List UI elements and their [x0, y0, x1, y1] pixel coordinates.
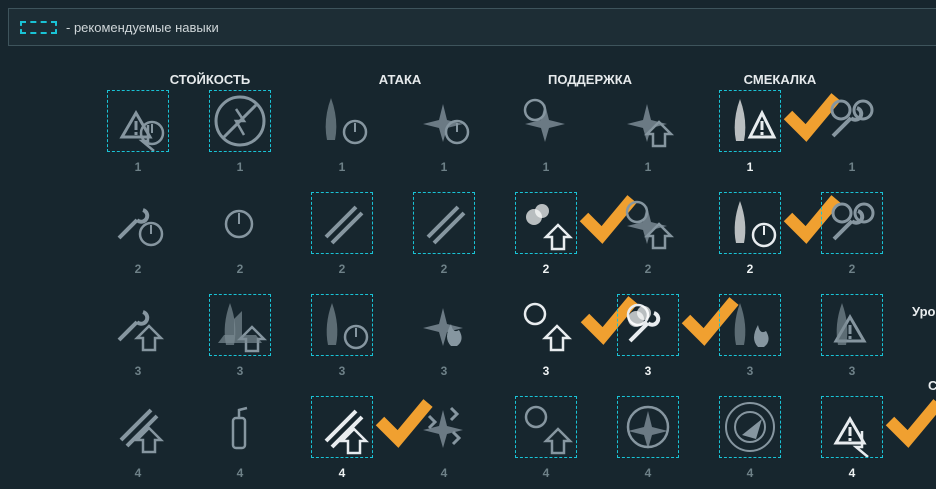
skill-level: 2 — [848, 262, 856, 276]
skill-level: 2 — [440, 262, 448, 276]
skill-button[interactable] — [821, 90, 883, 152]
check-icon — [579, 288, 638, 345]
skill-level: 1 — [236, 160, 244, 174]
skill-level: 3 — [746, 364, 754, 378]
skill-level: 4 — [338, 466, 346, 480]
skill-button[interactable] — [821, 294, 883, 356]
skill-button[interactable] — [413, 396, 475, 458]
check-icon — [374, 391, 433, 448]
skill-button[interactable] — [209, 192, 271, 254]
skill-button[interactable] — [209, 396, 271, 458]
skill-button[interactable] — [719, 396, 781, 458]
skill-level: 3 — [542, 364, 550, 378]
skill-level: 3 — [440, 364, 448, 378]
skill-level: 2 — [746, 262, 754, 276]
skill-button[interactable] — [107, 294, 169, 356]
skill-button[interactable] — [617, 396, 679, 458]
skill-level: 3 — [236, 364, 244, 378]
skill-button[interactable] — [515, 294, 638, 356]
skill-button[interactable] — [821, 192, 883, 254]
skill-level: 4 — [848, 466, 856, 480]
skill-level: 2 — [644, 262, 652, 276]
skill-button[interactable] — [209, 90, 271, 152]
check-icon — [782, 187, 841, 244]
skill-level: 1 — [134, 160, 142, 174]
skill-level: 2 — [134, 262, 142, 276]
skill-level: 4 — [440, 466, 448, 480]
skill-button[interactable] — [719, 192, 841, 254]
side-label-c: С — [928, 378, 936, 393]
skill-level: 1 — [746, 160, 754, 174]
skill-level: 1 — [338, 160, 346, 174]
skill-button[interactable] — [107, 192, 169, 254]
skill-level: 2 — [236, 262, 244, 276]
category-header: СТОЙКОСТЬ — [169, 72, 251, 87]
skill-button[interactable] — [515, 396, 577, 458]
skill-button[interactable] — [413, 90, 475, 152]
check-icon — [578, 187, 637, 244]
recommended-marker-icon — [20, 21, 57, 34]
skill-button[interactable] — [311, 294, 373, 356]
skill-button[interactable] — [617, 90, 679, 152]
skill-level: 1 — [848, 160, 856, 174]
skill-level: 3 — [848, 364, 856, 378]
skill-button[interactable] — [311, 90, 373, 152]
skill-level: 2 — [542, 262, 550, 276]
skill-button[interactable] — [821, 396, 936, 458]
legend-text: - рекомендуемые навыки — [66, 20, 219, 35]
skill-button[interactable] — [515, 192, 637, 254]
skill-level: 1 — [542, 160, 550, 174]
skill-level: 3 — [644, 364, 652, 378]
skill-button[interactable] — [209, 294, 271, 356]
skill-button[interactable] — [719, 90, 841, 152]
side-label-level: Уро — [912, 304, 936, 319]
skill-button[interactable] — [311, 192, 373, 254]
skill-level: 3 — [134, 364, 142, 378]
skill-button[interactable] — [617, 192, 679, 254]
skill-button[interactable] — [515, 90, 577, 152]
skill-button[interactable] — [413, 294, 475, 356]
skill-level: 4 — [134, 466, 142, 480]
skill-level: 3 — [338, 364, 346, 378]
check-icon — [782, 85, 841, 142]
check-icon — [884, 391, 936, 448]
category-header: ПОДДЕРЖКА — [547, 72, 633, 87]
category-header: АТАКА — [378, 72, 422, 87]
skill-level: 4 — [236, 466, 244, 480]
skill-level: 1 — [440, 160, 448, 174]
skill-button[interactable] — [617, 294, 739, 356]
skill-button[interactable] — [719, 294, 781, 356]
skill-button[interactable] — [107, 396, 169, 458]
skill-level: 1 — [644, 160, 652, 174]
skill-level: 4 — [644, 466, 652, 480]
skill-level: 4 — [746, 466, 754, 480]
legend-bar: - рекомендуемые навыки — [8, 8, 936, 46]
skill-button[interactable] — [413, 192, 475, 254]
check-icon — [680, 289, 739, 346]
skill-level: 2 — [338, 262, 346, 276]
skill-button[interactable] — [311, 396, 433, 458]
skill-button[interactable] — [107, 90, 169, 152]
skill-level: 4 — [542, 466, 550, 480]
